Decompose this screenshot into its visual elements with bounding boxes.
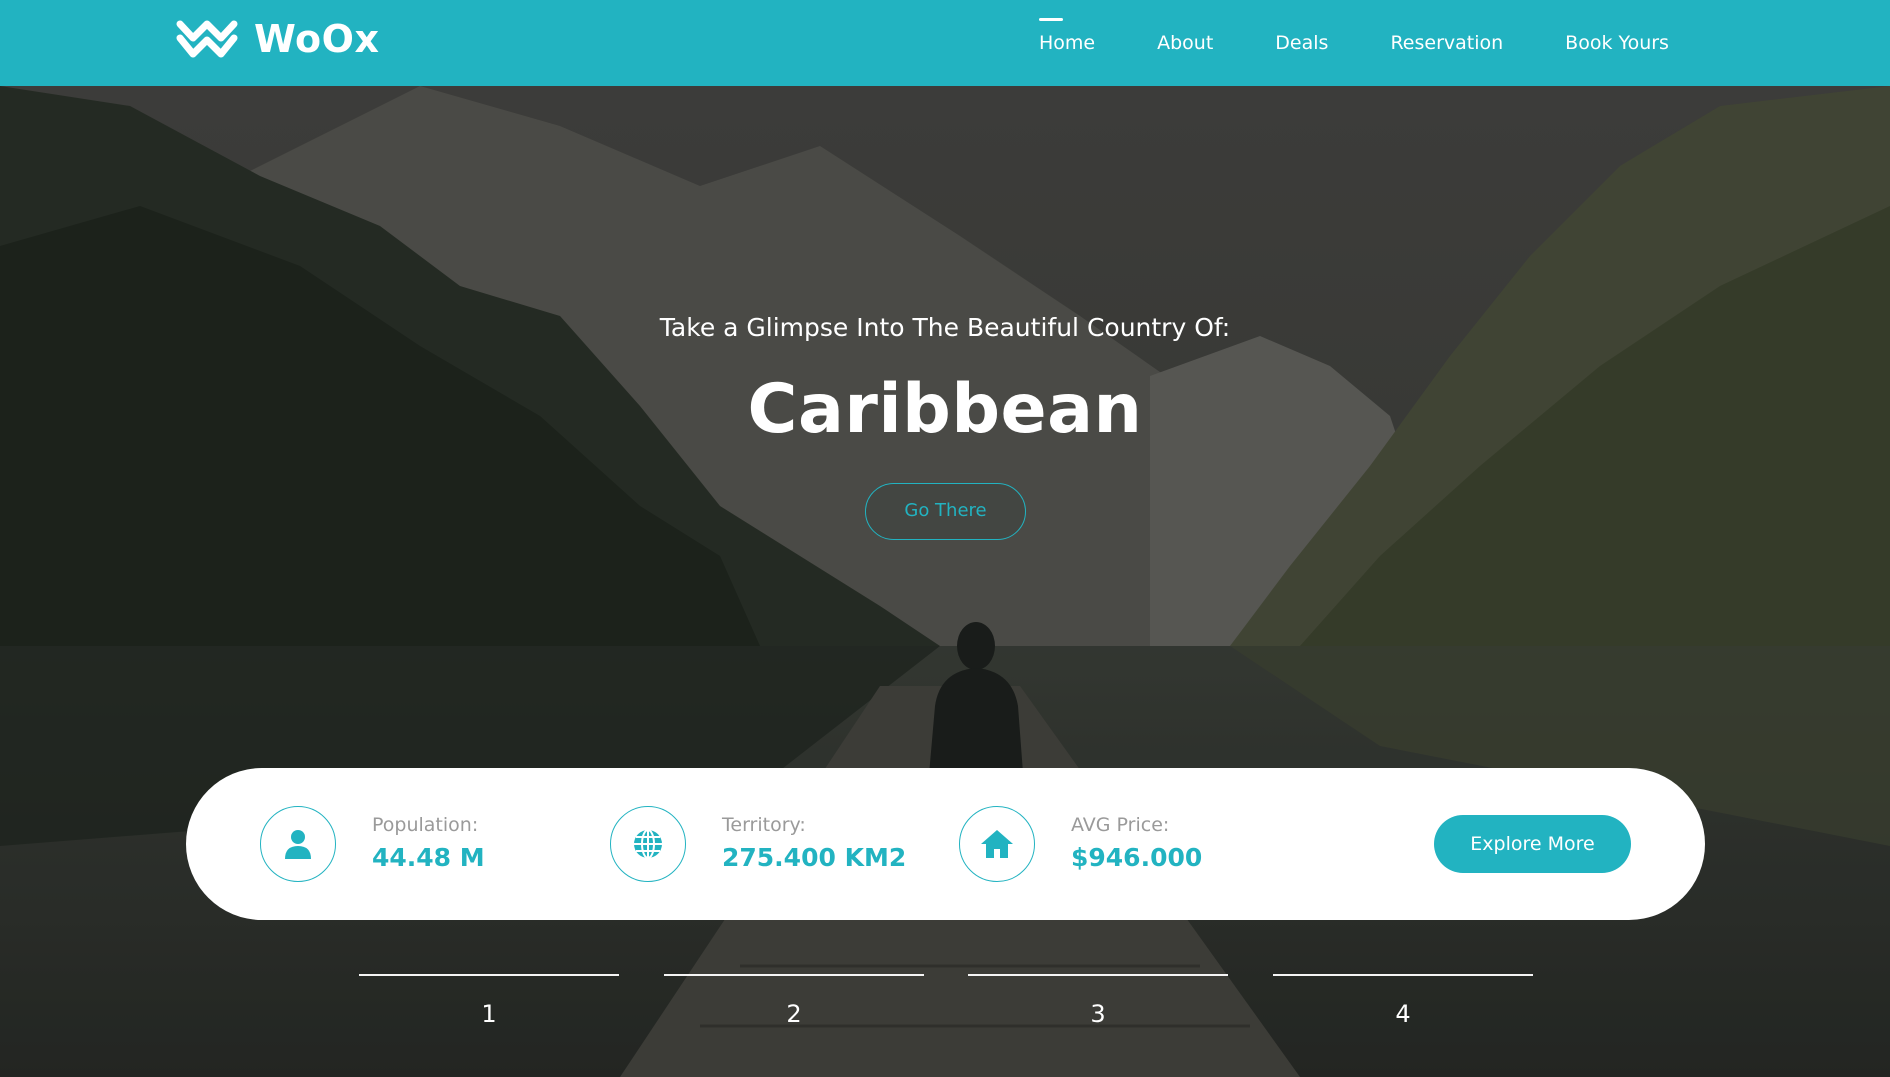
slide-tab-3[interactable]: 3: [968, 974, 1228, 1034]
hero-background-image: [0, 86, 1890, 1077]
country-stats-bar: Population: 44.48 M Territory: 275.400 K…: [186, 768, 1705, 920]
slide-tab-line: [968, 974, 1228, 976]
hero-section: Take a Glimpse Into The Beautiful Countr…: [0, 86, 1890, 1077]
slide-tab-1[interactable]: 1: [359, 974, 619, 1034]
slide-tabs: 1 2 3 4: [0, 974, 1890, 1054]
stat-territory: Territory: 275.400 KM2: [610, 806, 906, 882]
nav-item-about[interactable]: About: [1157, 0, 1213, 86]
nav-item-reservation[interactable]: Reservation: [1390, 0, 1503, 86]
hero-title: Caribbean: [747, 370, 1143, 449]
stat-value: 44.48 M: [372, 843, 485, 872]
slide-tab-2[interactable]: 2: [664, 974, 924, 1034]
stat-label: AVG Price:: [1071, 814, 1170, 836]
stat-avg-price: AVG Price: $946.000: [959, 806, 1202, 882]
woox-logo-icon: [176, 20, 238, 58]
slide-tab-4[interactable]: 4: [1273, 974, 1533, 1034]
slide-tab-number: 2: [786, 1000, 802, 1028]
nav-item-home[interactable]: Home: [1039, 0, 1095, 86]
user-icon: [260, 806, 336, 882]
home-icon: [959, 806, 1035, 882]
slide-tab-number: 1: [481, 1000, 497, 1028]
stat-label: Territory:: [722, 814, 806, 836]
main-nav: Home About Deals Reservation Book Yours: [1039, 0, 1669, 86]
nav-item-deals[interactable]: Deals: [1275, 0, 1328, 86]
stat-label: Population:: [372, 814, 479, 836]
stat-population: Population: 44.48 M: [260, 806, 485, 882]
globe-icon: [610, 806, 686, 882]
slide-tab-line: [1273, 974, 1533, 976]
nav-item-book-yours[interactable]: Book Yours: [1565, 0, 1669, 86]
hero-subtitle: Take a Glimpse Into The Beautiful Countr…: [659, 313, 1231, 342]
top-navbar: WoOx Home About Deals Reservation Book Y…: [0, 0, 1890, 86]
slide-tab-line: [664, 974, 924, 976]
stat-value: 275.400 KM2: [722, 843, 907, 872]
slide-tab-number: 4: [1395, 1000, 1411, 1028]
brand-name: WoOx: [254, 17, 380, 61]
stat-value: $946.000: [1071, 843, 1203, 872]
explore-more-button[interactable]: Explore More: [1434, 815, 1631, 873]
slide-tab-number: 3: [1090, 1000, 1106, 1028]
go-there-button[interactable]: Go There: [865, 483, 1026, 540]
logo[interactable]: WoOx: [174, 16, 379, 62]
slide-tab-line: [359, 974, 619, 976]
